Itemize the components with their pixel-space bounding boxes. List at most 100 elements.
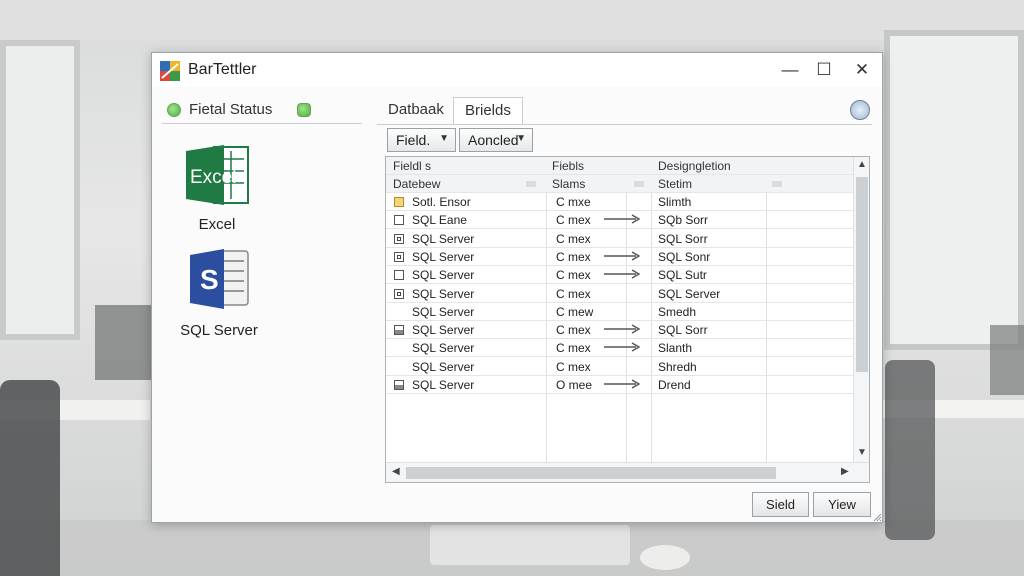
mapping-cell: C mex — [556, 323, 591, 338]
data-source-excel[interactable]: Excel Excel — [182, 143, 252, 233]
field-type-icon — [394, 325, 404, 336]
field-type-icon — [394, 380, 404, 390]
scroll-right-icon[interactable]: ▶ — [841, 466, 849, 477]
sql-server-icon: S — [190, 249, 249, 309]
table-row[interactable]: SQL Server C mew Smedh — [386, 303, 853, 321]
tab-fields[interactable]: Brields — [453, 97, 523, 125]
tab-underline — [377, 124, 872, 125]
chevron-down-icon: ▼ — [439, 133, 449, 144]
data-source-sql-server[interactable]: S SQL Server — [174, 245, 264, 339]
mapping-cell: C mex — [556, 286, 591, 301]
table-row[interactable]: SQL Server C mex SQL Server — [386, 285, 853, 303]
source-field-cell: SQL Server — [412, 304, 475, 319]
table-row[interactable]: SQL Server C mex Slanth — [386, 339, 853, 358]
background-keyboard — [430, 525, 630, 565]
close-button[interactable]: ✕ — [847, 57, 877, 83]
background-monitor-left — [95, 305, 155, 380]
scroll-left-icon[interactable]: ◀ — [392, 466, 400, 477]
arrow-right-icon — [604, 379, 641, 389]
mapping-cell: C mex — [556, 231, 591, 246]
source-field-cell: SQL Server — [412, 341, 475, 356]
mapping-cell: O mee — [556, 378, 593, 392]
grid-subheader-row: Datebew Slams Stetim — [386, 175, 853, 193]
source-field-cell: SQL Server — [412, 378, 475, 392]
destination-field-cell: Smedh — [658, 304, 697, 319]
table-row[interactable]: SQL Server C mex SQL Sorr — [386, 321, 853, 340]
mapping-cell: C mxe — [556, 195, 591, 209]
table-row[interactable]: SQL Server C mex Shredh — [386, 358, 853, 376]
annotated-dropdown[interactable]: Aoncled ▼ — [459, 128, 533, 152]
table-row[interactable]: SQL Eane C mex SQb Sorr — [386, 211, 853, 230]
sort-icon[interactable] — [526, 181, 536, 187]
arrow-right-icon — [604, 269, 641, 279]
table-row[interactable]: SQL Server C mex SQL Sutr — [386, 266, 853, 285]
bartender-app-icon — [160, 61, 180, 81]
field-dropdown[interactable]: Field. ▼ — [387, 128, 456, 152]
table-row[interactable]: SQL Server C mex SQL Sorr — [386, 230, 853, 248]
chevron-down-icon: ▼ — [516, 133, 526, 144]
view-button[interactable]: Yiew — [813, 492, 871, 517]
sort-icon[interactable] — [772, 181, 782, 187]
mapping-cell: C mex — [556, 249, 591, 264]
header-designation[interactable]: Designgletion — [658, 159, 731, 173]
table-row[interactable]: SQL Server O mee Drend — [386, 376, 853, 394]
field-type-icon — [394, 288, 404, 299]
arrow-right-icon — [604, 324, 641, 334]
background-monitor-right — [990, 325, 1024, 395]
annotated-dropdown-label: Aoncled — [468, 132, 519, 148]
status-indicator-icon — [297, 103, 311, 117]
destination-field-cell: SQL Sonr — [658, 249, 711, 264]
subheader-slams: Slams — [552, 177, 586, 191]
sql-server-label: SQL Server — [180, 322, 258, 339]
mapping-cell: C mex — [556, 213, 591, 228]
maximize-button[interactable]: ☐ — [809, 57, 839, 83]
field-type-icon — [394, 197, 404, 207]
field-type-icon — [394, 215, 404, 226]
table-row[interactable]: Sotl. Ensor C mxe Slimth — [386, 193, 853, 211]
sort-icon[interactable] — [634, 181, 644, 187]
scroll-up-icon[interactable]: ▲ — [857, 159, 867, 170]
horizontal-scroll-thumb[interactable] — [406, 467, 776, 479]
background-mouse — [640, 545, 690, 570]
horizontal-scrollbar[interactable]: ◀ ▶ — [386, 462, 869, 482]
header-fields[interactable]: Fieldl s — [393, 159, 431, 173]
resize-grip-icon[interactable] — [872, 512, 882, 522]
destination-field-cell: SQL Server — [658, 286, 721, 301]
background-window-right — [884, 30, 1024, 350]
mapping-cell: C mex — [556, 359, 591, 374]
vertical-scroll-thumb[interactable] — [856, 177, 868, 372]
background-window-left — [0, 40, 80, 340]
help-icon[interactable] — [850, 100, 870, 120]
field-type-icon — [394, 233, 404, 244]
field-status-bar: Fietal Status — [162, 99, 362, 121]
title-bar: BarTettler — ☐ ✕ — [152, 53, 882, 87]
scroll-down-icon[interactable]: ▼ — [857, 447, 867, 458]
table-row[interactable]: SQL Server C mex SQL Sonr — [386, 248, 853, 266]
status-green-icon — [167, 103, 181, 117]
svg-text:Excel: Excel — [190, 167, 236, 188]
arrow-right-icon — [604, 251, 641, 261]
destination-field-cell: SQb Sorr — [658, 213, 709, 228]
minimize-button[interactable]: — — [775, 57, 805, 83]
destination-field-cell: Slimth — [658, 195, 692, 209]
source-field-cell: SQL Eane — [412, 213, 467, 228]
mapping-cell: C mex — [556, 341, 591, 356]
vertical-scrollbar[interactable]: ▲ ▼ — [853, 157, 869, 462]
field-type-icon — [394, 251, 404, 262]
source-field-cell: SQL Server — [412, 231, 475, 246]
field-button[interactable]: Sield — [752, 492, 809, 517]
source-field-cell: SQL Server — [412, 286, 475, 301]
field-mapping-grid: Fieldl s Fiebls Designgletion Datebew Sl… — [385, 156, 870, 483]
status-label: Fietal Status — [189, 101, 273, 118]
arrow-right-icon — [604, 214, 641, 224]
window-title: BarTettler — [188, 61, 257, 78]
header-fiebls[interactable]: Fiebls — [552, 159, 584, 173]
field-dropdown-label: Field. — [396, 132, 431, 148]
background-chair-left — [0, 380, 60, 576]
subheader-stetim: Stetim — [658, 177, 693, 191]
destination-field-cell: SQL Sutr — [658, 268, 707, 283]
subheader-database: Datebew — [393, 177, 441, 191]
destination-field-cell: SQL Sorr — [658, 323, 708, 338]
tab-database[interactable]: Datbaak — [380, 97, 452, 125]
source-field-cell: Sotl. Ensor — [412, 195, 471, 209]
